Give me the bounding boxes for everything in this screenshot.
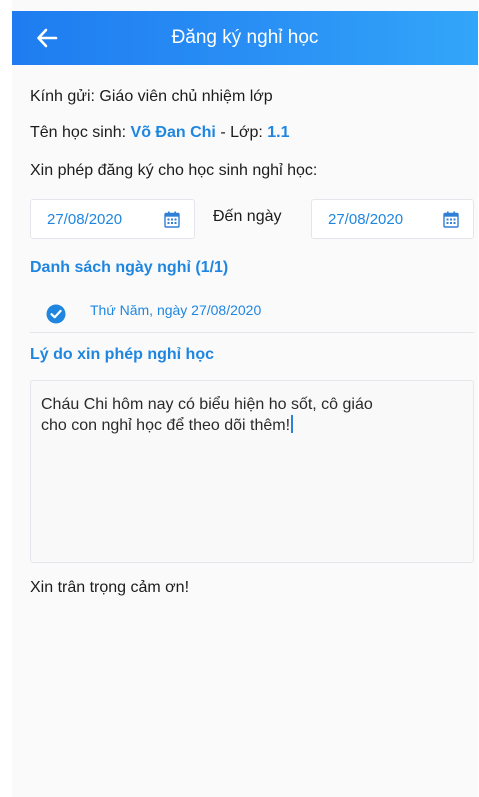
reason-title: Lý do xin phép nghỉ học bbox=[30, 346, 214, 363]
class-label: Lớp: bbox=[230, 124, 263, 141]
reason-textarea[interactable]: Cháu Chi hôm nay có biểu hiện ho sốt, cô… bbox=[30, 380, 474, 563]
check-circle-icon bbox=[46, 304, 66, 324]
student-line: Tên học sinh: Võ Đan Chi - Lớp: 1.1 bbox=[30, 124, 290, 142]
from-date-picker[interactable]: 27/08/2020 bbox=[30, 199, 195, 239]
reason-text-line-2: cho con nghỉ học để theo dõi thêm! bbox=[41, 415, 463, 436]
calendar-icon bbox=[164, 211, 180, 228]
closing-text: Xin trân trọng cảm ơn! bbox=[30, 579, 190, 596]
recipient-line: Kính gửi: Giáo viên chủ nhiệm lớp bbox=[30, 88, 273, 106]
days-list-title: Danh sách ngày nghỉ (1/1) bbox=[30, 259, 229, 276]
recipient-value: Giáo viên chủ nhiệm lớp bbox=[99, 88, 273, 105]
calendar-icon bbox=[443, 211, 459, 228]
from-date-value: 27/08/2020 bbox=[47, 210, 123, 228]
reason-text-line-2-content: cho con nghỉ học để theo dõi thêm! bbox=[41, 417, 291, 434]
to-date-picker[interactable]: 27/08/2020 bbox=[311, 199, 474, 239]
student-label: Tên học sinh: bbox=[30, 124, 127, 141]
to-date-label: Đến ngày bbox=[213, 208, 282, 225]
to-date-value: 27/08/2020 bbox=[328, 210, 404, 228]
page-title: Đăng ký nghỉ học bbox=[171, 27, 319, 48]
app-header: Đăng ký nghỉ học bbox=[12, 11, 478, 65]
list-item-day[interactable]: Thứ Năm, ngày 27/08/2020 bbox=[30, 296, 474, 333]
text-caret bbox=[291, 415, 294, 433]
recipient-label: Kính gửi: bbox=[30, 88, 95, 105]
separator: - bbox=[220, 124, 226, 141]
reason-text-line-1: Cháu Chi hôm nay có biểu hiện ho sốt, cô… bbox=[41, 396, 373, 413]
student-name: Võ Đan Chi bbox=[130, 124, 216, 141]
request-text: Xin phép đăng ký cho học sinh nghỉ học: bbox=[30, 162, 318, 179]
day-label: Thứ Năm, ngày 27/08/2020 bbox=[90, 302, 262, 318]
class-value: 1.1 bbox=[267, 124, 290, 141]
